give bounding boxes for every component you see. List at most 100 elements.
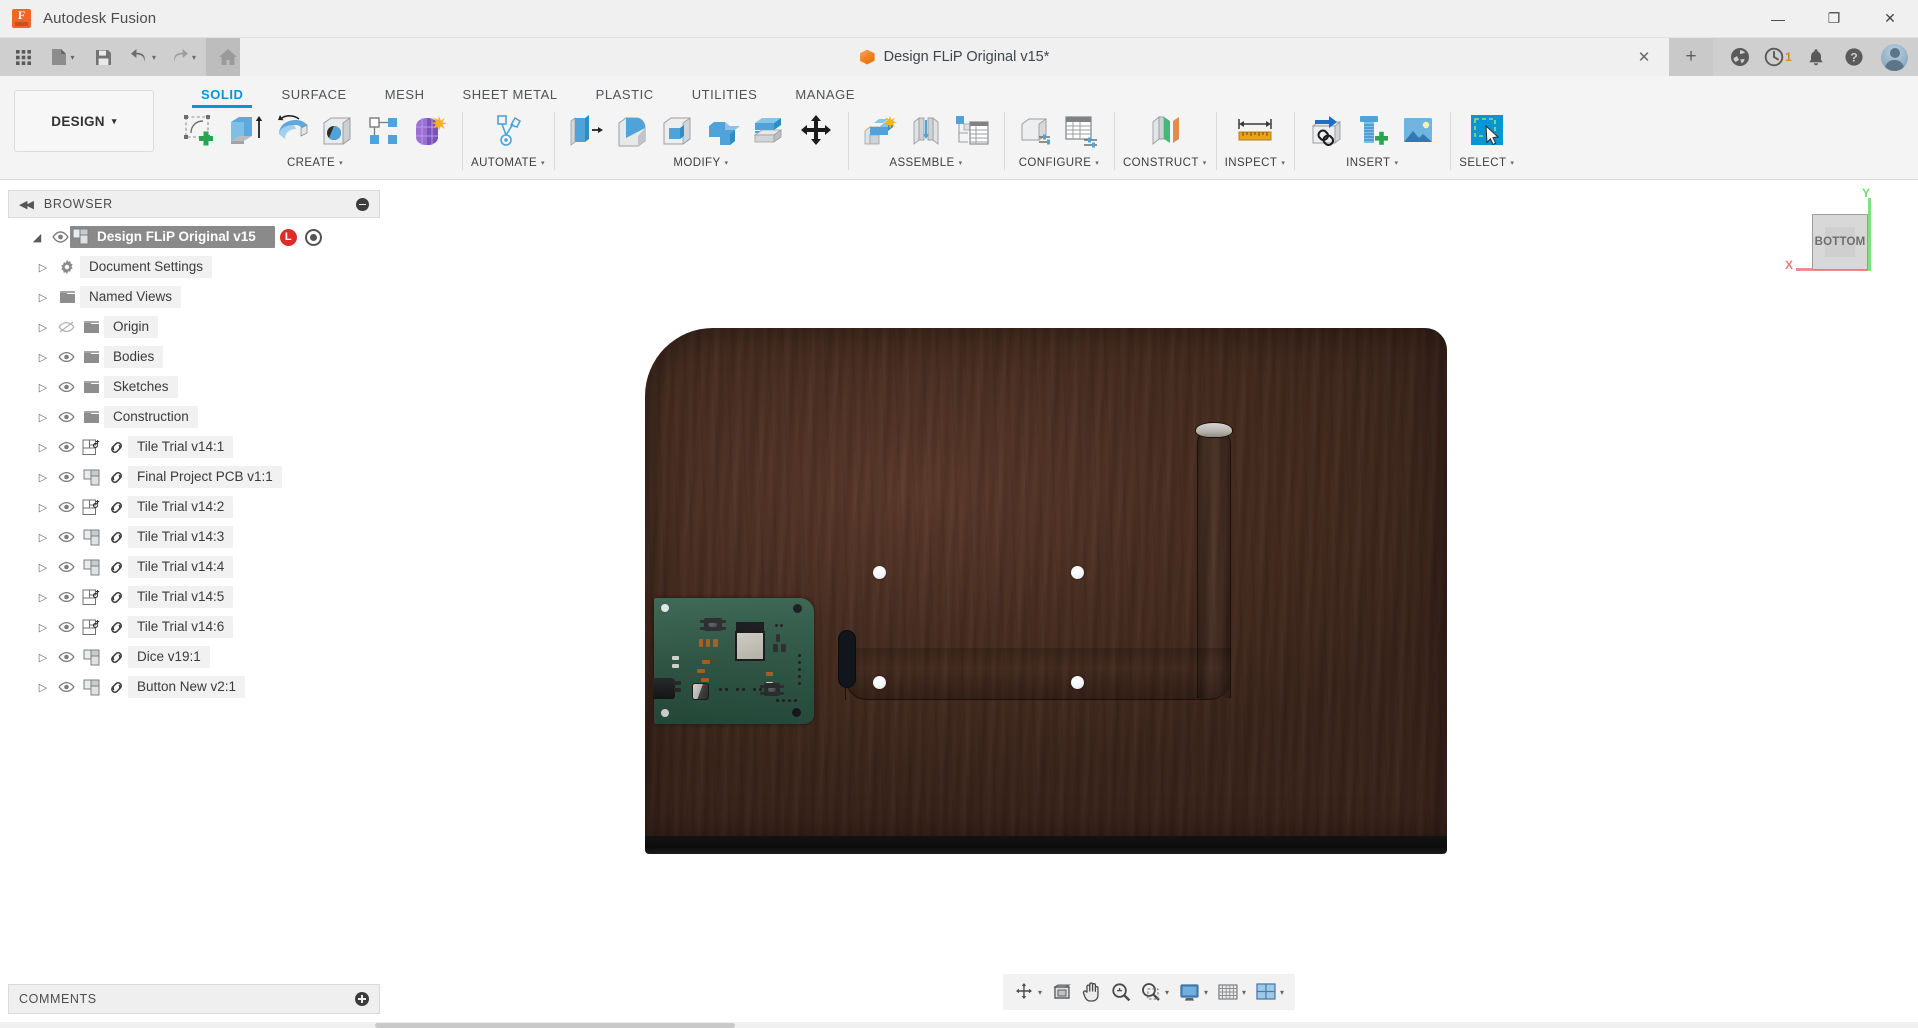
orbit-caret-icon[interactable]: ▾ [1038, 988, 1042, 997]
new-document-icon[interactable]: ▾ [46, 40, 80, 74]
workspace-selector[interactable]: DESIGN ▾ [14, 90, 154, 152]
combine-icon[interactable] [701, 108, 747, 154]
press-pull-icon[interactable] [563, 108, 609, 154]
panel-select-label[interactable]: SELECT ▾ [1459, 157, 1514, 169]
eye-visible-icon[interactable] [54, 381, 78, 393]
insert-derive-icon[interactable] [1303, 108, 1349, 154]
eye-visible-icon[interactable] [54, 621, 78, 633]
tree-item-tile-trial-v14-1[interactable]: ▷ Tile Trial v14:1 [8, 432, 380, 462]
new-document-caret-icon[interactable]: ▾ [70, 53, 74, 62]
panel-construct-label[interactable]: CONSTRUCT ▾ [1123, 157, 1207, 169]
fillet-icon[interactable] [609, 108, 655, 154]
bom-icon[interactable] [949, 108, 995, 154]
twisty-icon[interactable]: ▷ [32, 261, 54, 274]
panel-automate-label[interactable]: AUTOMATE ▾ [471, 157, 545, 169]
wood-plate-body[interactable] [645, 328, 1447, 836]
tree-item-named-views[interactable]: ▷ Named Views [8, 282, 380, 312]
view-cube[interactable]: X Y BOTTOM [1785, 186, 1890, 292]
bell-icon[interactable] [1797, 38, 1835, 76]
eye-visible-icon[interactable] [54, 471, 78, 483]
twisty-icon[interactable]: ▷ [32, 321, 54, 334]
browser-minimize-icon[interactable] [356, 197, 369, 211]
eye-visible-icon[interactable] [54, 651, 78, 663]
display-settings-caret-icon[interactable]: ▾ [1204, 988, 1208, 997]
tab-solid[interactable]: SOLID [182, 88, 262, 108]
twisty-icon[interactable]: ▷ [32, 381, 54, 394]
help-icon[interactable]: ? [1835, 38, 1873, 76]
panel-modify-label[interactable]: MODIFY ▾ [673, 157, 728, 169]
tree-root-node[interactable]: ◢ Design FLiP Original v15 L [8, 222, 380, 252]
eye-visible-icon[interactable] [54, 591, 78, 603]
root-label-chip[interactable]: Design FLiP Original v15 [70, 226, 275, 248]
tree-item-button-new-v2-1[interactable]: ▷ Button New v2:1 [8, 672, 380, 702]
twisty-icon[interactable]: ▷ [32, 441, 54, 454]
eye-visible-icon[interactable] [54, 441, 78, 453]
tab-plastic[interactable]: PLASTIC [577, 88, 673, 106]
select-window-icon[interactable] [1464, 108, 1510, 154]
tab-manage[interactable]: MANAGE [776, 88, 874, 106]
panel-create-label[interactable]: CREATE ▾ [287, 157, 343, 169]
new-component-icon[interactable] [857, 108, 903, 154]
form-icon[interactable] [407, 108, 453, 154]
history-clock-icon[interactable]: 1 [1759, 38, 1797, 76]
tab-utilities[interactable]: UTILITIES [673, 88, 777, 106]
tree-item-origin[interactable]: ▷ Origin [8, 312, 380, 342]
grid-snap-caret-icon[interactable]: ▾ [1242, 988, 1246, 997]
zoom-window-icon[interactable]: ▾ [1136, 976, 1174, 1008]
app-grid-icon[interactable] [6, 40, 40, 74]
add-comment-icon[interactable] [355, 992, 369, 1006]
redo-caret-icon[interactable]: ▾ [192, 53, 196, 62]
tree-item-bodies[interactable]: ▷ Bodies [8, 342, 380, 372]
pattern-icon[interactable] [361, 108, 407, 154]
redo-icon[interactable]: ▾ [166, 40, 200, 74]
undo-caret-icon[interactable]: ▾ [152, 53, 156, 62]
twisty-icon[interactable]: ▷ [32, 501, 54, 514]
save-icon[interactable] [86, 40, 120, 74]
eye-visible-icon[interactable] [54, 501, 78, 513]
automate-icon[interactable] [485, 108, 531, 154]
joint-icon[interactable] [903, 108, 949, 154]
twisty-icon[interactable]: ▷ [32, 351, 54, 364]
shell-icon[interactable] [655, 108, 701, 154]
extension-icon[interactable] [1721, 38, 1759, 76]
panel-inspect-label[interactable]: INSPECT ▾ [1225, 157, 1286, 169]
root-activate-icon[interactable] [304, 228, 322, 246]
pcb-component[interactable] [653, 598, 814, 724]
minimize-button[interactable]: — [1750, 0, 1806, 38]
extrude-icon[interactable] [223, 108, 269, 154]
offset-face-icon[interactable] [747, 108, 793, 154]
tab-sheet-metal[interactable]: SHEET METAL [444, 88, 577, 106]
tab-mesh[interactable]: MESH [366, 88, 444, 106]
measure-icon[interactable] [1232, 108, 1278, 154]
tree-item-tile-trial-v14-6[interactable]: ▷ Tile Trial v14:6 [8, 612, 380, 642]
view-cube-face[interactable]: BOTTOM [1812, 214, 1868, 270]
twisty-icon[interactable]: ▷ [32, 621, 54, 634]
tree-item-tile-trial-v14-4[interactable]: ▷ Tile Trial v14:4 [8, 552, 380, 582]
display-settings-icon[interactable]: ▾ [1174, 976, 1213, 1008]
viewports-caret-icon[interactable]: ▾ [1280, 988, 1284, 997]
twisty-icon[interactable]: ▷ [32, 471, 54, 484]
revolve-icon[interactable] [269, 108, 315, 154]
document-tab[interactable]: Design FLiP Original v15* ✕ [240, 38, 1669, 76]
configuration-table-icon[interactable] [1059, 108, 1105, 154]
close-button[interactable]: ✕ [1862, 0, 1918, 38]
tree-item-final-project-pcb-v1-1[interactable]: ▷ Final Project PCB v1:1 [8, 462, 380, 492]
look-at-icon[interactable] [1047, 976, 1077, 1008]
eye-visible-icon[interactable] [54, 531, 78, 543]
eye-visible-icon[interactable] [54, 681, 78, 693]
eye-hidden-icon[interactable] [54, 321, 78, 333]
new-tab-button[interactable]: + [1669, 38, 1713, 76]
tree-item-construction[interactable]: ▷ Construction [8, 402, 380, 432]
maximize-button[interactable]: ❐ [1806, 0, 1862, 38]
panel-configure-label[interactable]: CONFIGURE ▾ [1019, 157, 1100, 169]
configure-part-icon[interactable] [1013, 108, 1059, 154]
tree-item-document-settings[interactable]: ▷ Document Settings [8, 252, 380, 282]
create-sketch-icon[interactable] [177, 108, 223, 154]
eye-visible-icon[interactable] [54, 351, 78, 363]
tree-item-tile-trial-v14-3[interactable]: ▷ Tile Trial v14:3 [8, 522, 380, 552]
horizontal-scrollbar[interactable] [375, 1023, 735, 1028]
tree-item-tile-trial-v14-2[interactable]: ▷ Tile Trial v14:2 [8, 492, 380, 522]
pan-hand-icon[interactable] [1077, 976, 1106, 1008]
grid-snap-icon[interactable]: ▾ [1213, 976, 1251, 1008]
viewport-canvas[interactable]: X Y BOTTOM ▾ ▾ ▾ ▾ ▾ [380, 182, 1918, 1028]
